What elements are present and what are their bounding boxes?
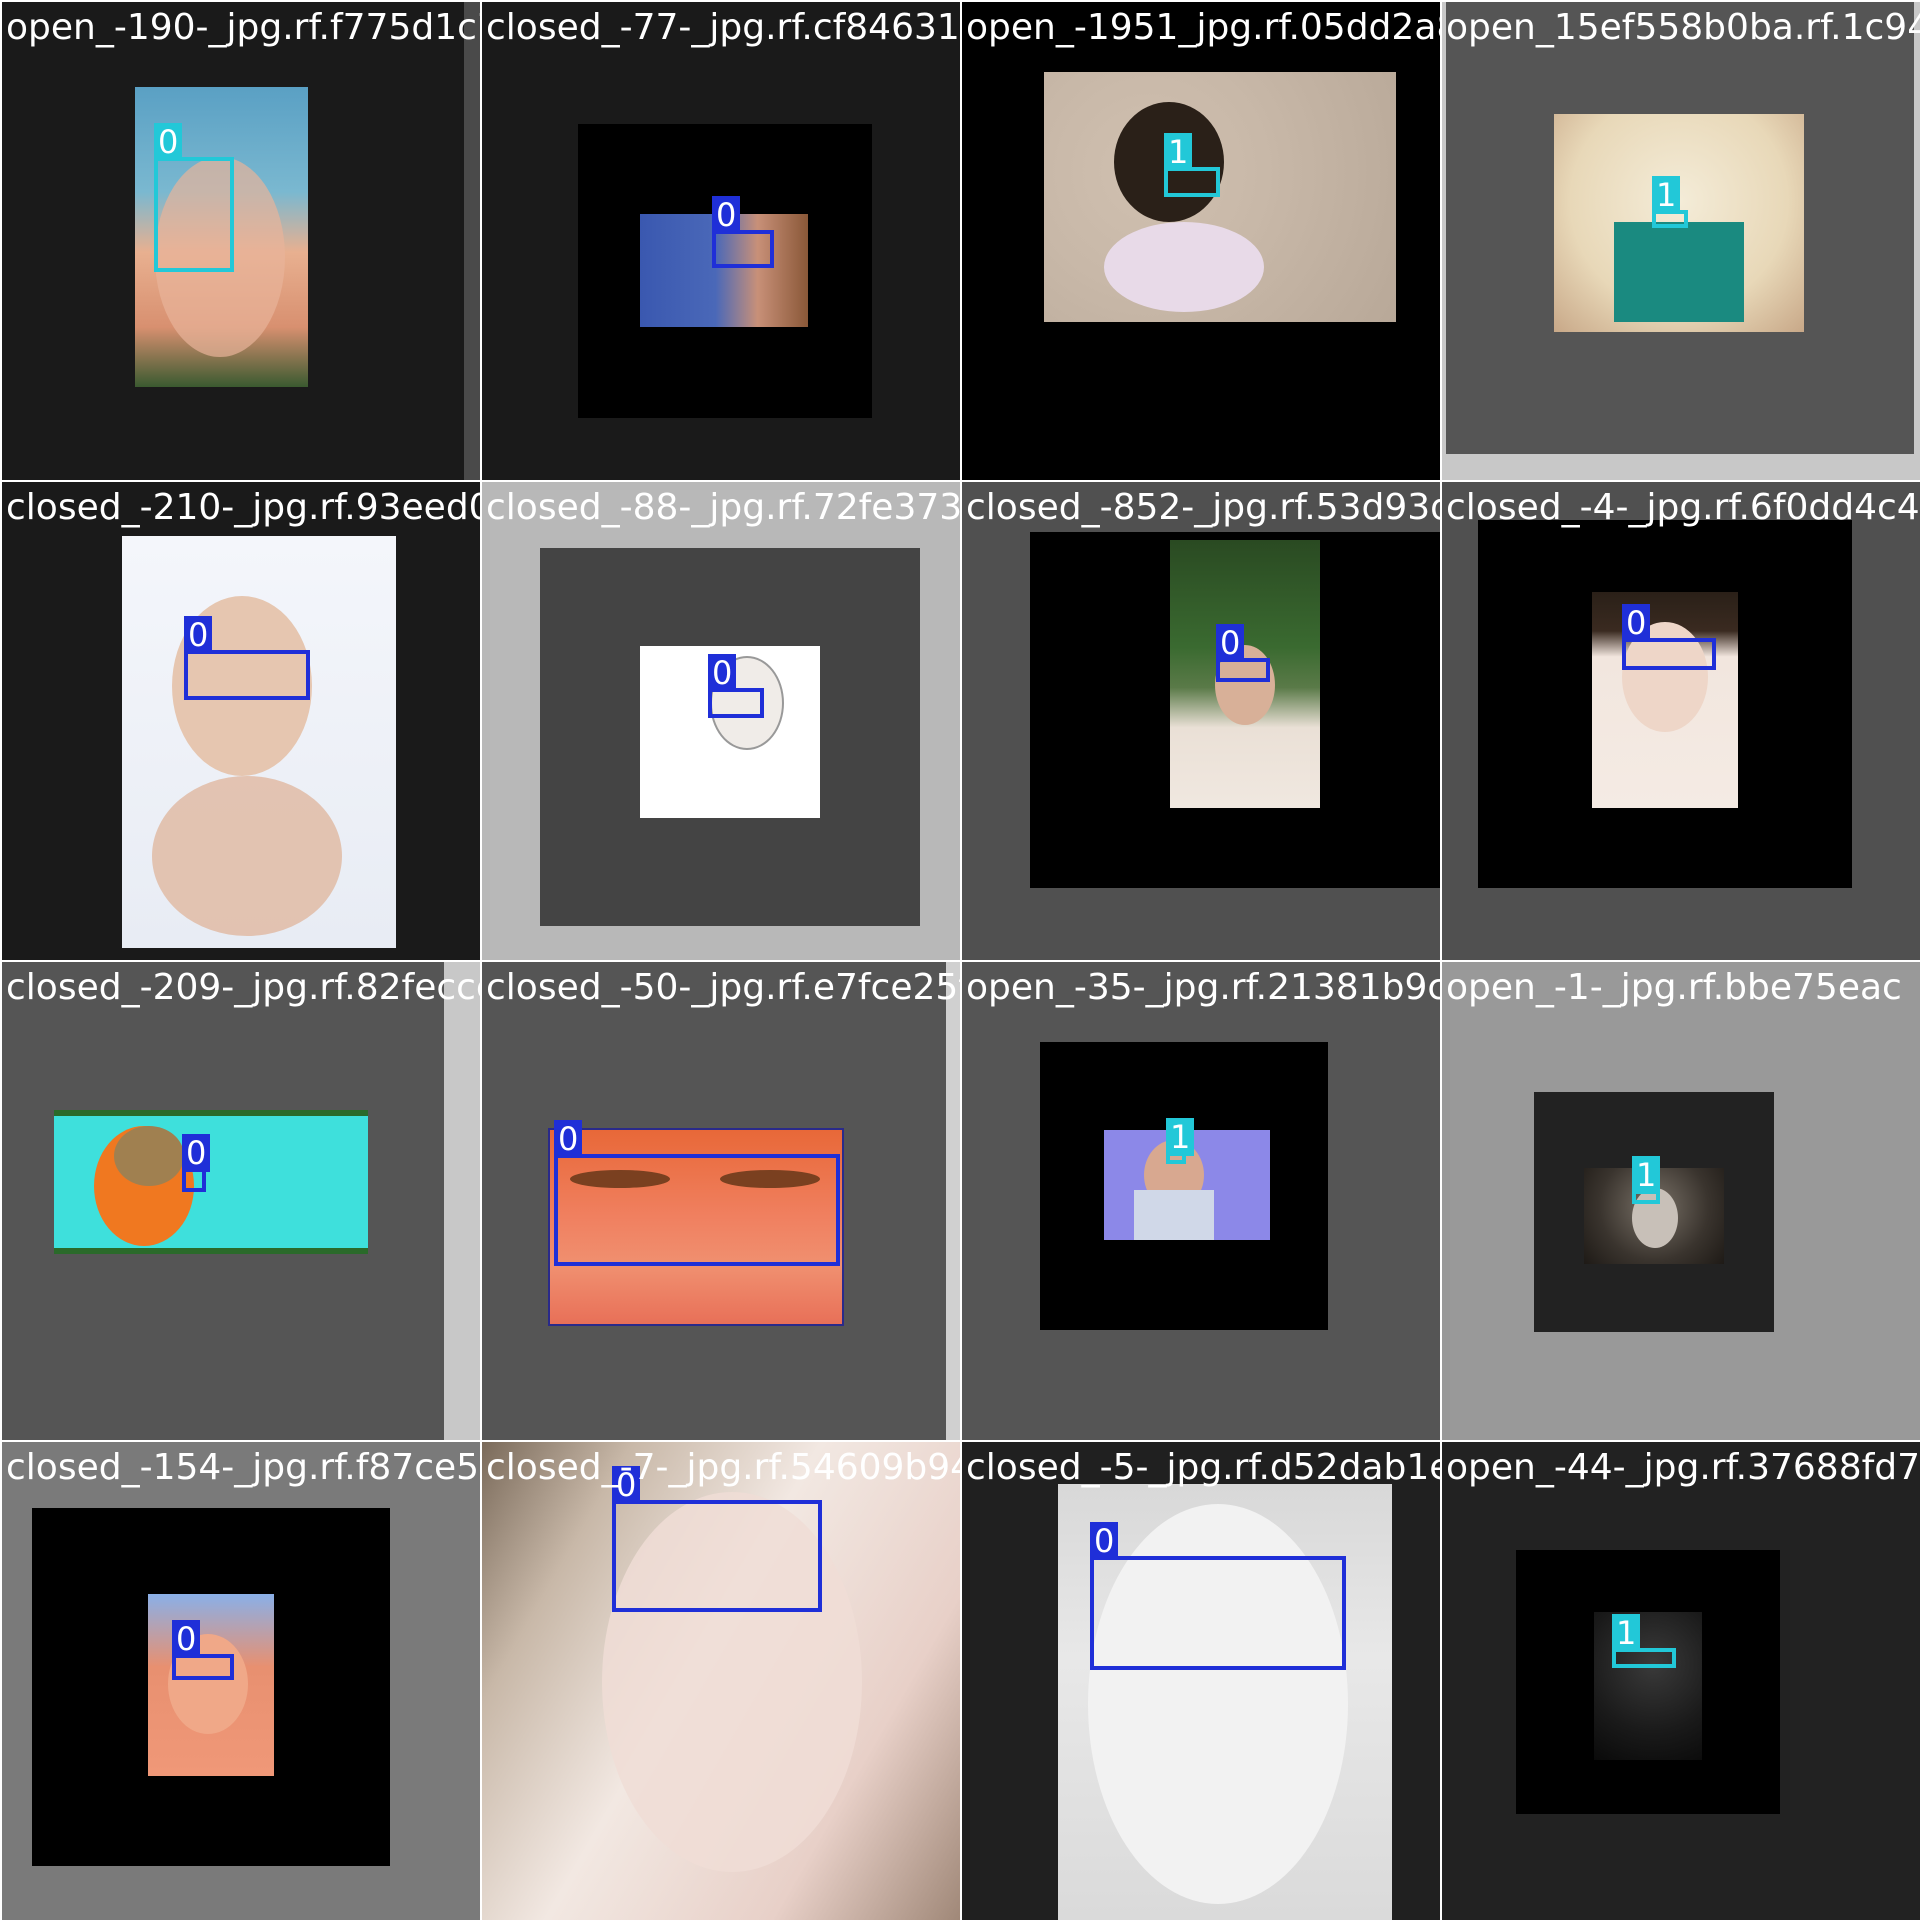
- bbox-class-label: 0: [182, 1134, 211, 1172]
- tile-filename: closed_-209-_jpg.rf.82fecccd576dcaf5b0: [6, 967, 480, 1008]
- tile[interactable]: open_-35-_jpg.rf.21381b9ce868b2613f94d 1: [962, 962, 1440, 1440]
- tile[interactable]: closed_-50-_jpg.rf.e7fce25fb60a40e39a35b…: [482, 962, 960, 1440]
- eye-bounding-box: 1: [1166, 1118, 1195, 1164]
- bbox-class-label: 0: [154, 123, 183, 161]
- bbox-class-label: 0: [708, 654, 737, 692]
- tile[interactable]: closed_-209-_jpg.rf.82fecccd576dcaf5b0 0: [2, 962, 480, 1440]
- eye-bounding-box: 0: [184, 616, 310, 700]
- tile[interactable]: closed_-77-_jpg.rf.cf84631c81688145c0b 0: [482, 2, 960, 480]
- tile-filename: open_-1951_jpg.rf.05dd2a862ab15ef558b0ba: [966, 7, 1440, 48]
- eye-bounding-box: 0: [182, 1134, 211, 1192]
- tile-filename: closed_-5-_jpg.rf.d52dab1ec6eaf7840497: [966, 1447, 1440, 1488]
- tile-filename: open_-1-_jpg.rf.bbe75eac: [1446, 967, 1902, 1008]
- tile-image: [148, 1594, 274, 1776]
- tile-filename: open_-190-_jpg.rf.f775d1c71d8a47c77ab5b7: [6, 7, 480, 48]
- tile-filename: closed_-77-_jpg.rf.cf84631c81688145c0b: [486, 7, 960, 48]
- tile[interactable]: closed_-210-_jpg.rf.93eed05d5de0d1b57a36…: [2, 482, 480, 960]
- tile-filename: closed_-852-_jpg.rf.53d93d0759454b92223: [966, 487, 1440, 528]
- eye-bounding-box: 0: [1216, 624, 1270, 682]
- bbox-class-label: 0: [172, 1620, 201, 1658]
- bbox-class-label: 1: [1632, 1156, 1661, 1194]
- tile-image: [54, 1110, 368, 1254]
- tile-filename: open_-35-_jpg.rf.21381b9ce868b2613f94d: [966, 967, 1440, 1008]
- eye-bounding-box: 0: [712, 196, 774, 268]
- tile[interactable]: closed_-88-_jpg.rf.72fe373b8239d28852a 0: [482, 482, 960, 960]
- eye-bounding-box: 1: [1164, 133, 1220, 197]
- tile[interactable]: closed_-4-_jpg.rf.6f0dd4c4 0: [1442, 482, 1920, 960]
- tile-image: [1044, 72, 1396, 322]
- tile-padding: [444, 962, 480, 1440]
- bbox-class-label: 0: [554, 1120, 583, 1158]
- tile[interactable]: open_-1-_jpg.rf.bbe75eac 1: [1442, 962, 1920, 1440]
- tile-filename: closed_-154-_jpg.rf.f87ce5b8ac36ca282770…: [6, 1447, 480, 1488]
- bbox-class-label: 1: [1166, 1118, 1195, 1156]
- tile[interactable]: open_-1951_jpg.rf.05dd2a862ab15ef558b0ba…: [962, 2, 1440, 480]
- tile[interactable]: open_-44-_jpg.rf.37688fd75 1: [1442, 1442, 1920, 1920]
- eye-bounding-box: 0: [172, 1620, 234, 1680]
- tile[interactable]: closed_-154-_jpg.rf.f87ce5b8ac36ca282770…: [2, 1442, 480, 1920]
- tile-filename: closed_-50-_jpg.rf.e7fce25fb60a40e39a35b: [486, 967, 960, 1008]
- tile[interactable]: closed_-5-_jpg.rf.d52dab1ec6eaf7840497 0: [962, 1442, 1440, 1920]
- eye-bounding-box: 1: [1652, 176, 1688, 228]
- eye-bounding-box: 0: [612, 1466, 822, 1612]
- tile-image: [122, 536, 396, 948]
- mosaic-grid: open_-190-_jpg.rf.f775d1c71d8a47c77ab5b7…: [0, 0, 1920, 1920]
- bbox-class-label: 1: [1164, 133, 1193, 171]
- bbox-class-label: 0: [1622, 604, 1651, 642]
- bbox-class-label: 0: [612, 1466, 641, 1504]
- eye-bounding-box: 0: [1090, 1522, 1346, 1670]
- bbox-class-label: 1: [1612, 1614, 1641, 1652]
- bbox-class-label: 0: [1090, 1522, 1119, 1560]
- eye-bounding-box: 0: [1622, 604, 1716, 670]
- tile-image: [1594, 1612, 1702, 1760]
- eye-bounding-box: 0: [154, 123, 234, 272]
- bbox-class-label: 1: [1652, 176, 1681, 214]
- bbox-class-label: 0: [184, 616, 213, 654]
- tile-filename: open_-44-_jpg.rf.37688fd75: [1446, 1447, 1920, 1488]
- tile-padding: [464, 2, 480, 480]
- tile[interactable]: open_-190-_jpg.rf.f775d1c71d8a47c77ab5b7…: [2, 2, 480, 480]
- bbox-class-label: 0: [1216, 624, 1245, 662]
- tile-filename: closed_-210-_jpg.rf.93eed05d5de0d1b57a36: [6, 487, 480, 528]
- tile-padding: [946, 962, 960, 1440]
- bbox-class-label: 0: [712, 196, 741, 234]
- tile[interactable]: closed_-852-_jpg.rf.53d93d0759454b92223 …: [962, 482, 1440, 960]
- eye-bounding-box: 1: [1612, 1614, 1676, 1668]
- tile[interactable]: open_15ef558b0ba.rf.1c948bca 1: [1442, 2, 1920, 480]
- tile[interactable]: closed_-7-_jpg.rf.54609b944136dde7764297…: [482, 1442, 960, 1920]
- tile-filename: closed_-88-_jpg.rf.72fe373b8239d28852a: [486, 487, 960, 528]
- eye-bounding-box: 1: [1632, 1156, 1661, 1204]
- eye-bounding-box: 0: [708, 654, 764, 718]
- eye-bounding-box: 0: [554, 1120, 840, 1266]
- tile-image: [1592, 592, 1738, 808]
